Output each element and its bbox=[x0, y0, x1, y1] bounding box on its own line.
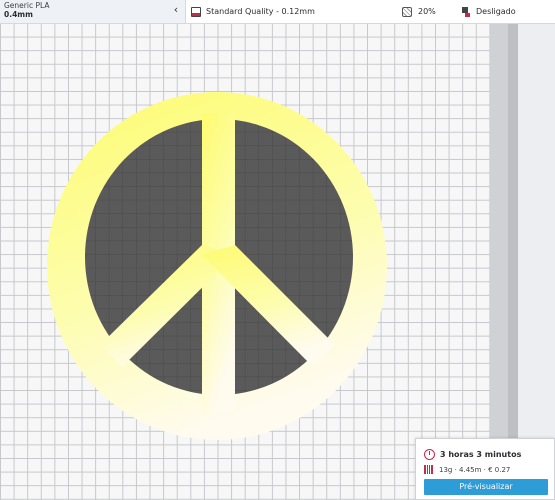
print-settings-quality[interactable]: Standard Quality - 0.12mm bbox=[191, 0, 315, 23]
nozzle-size: 0.4mm bbox=[4, 10, 33, 19]
print-time-row: 3 horas 3 minutos bbox=[424, 449, 521, 460]
material-name: Generic PLA bbox=[4, 1, 50, 10]
quality-icon bbox=[191, 6, 201, 17]
spool-icon bbox=[424, 465, 433, 474]
3d-viewport[interactable] bbox=[0, 23, 555, 500]
clock-icon bbox=[424, 449, 435, 460]
material-selector[interactable]: Generic PLA 0.4mm ‹ bbox=[0, 0, 186, 23]
peace-sign-model[interactable] bbox=[0, 23, 555, 500]
infill-value: 20% bbox=[418, 7, 436, 16]
print-time: 3 horas 3 minutos bbox=[440, 450, 522, 459]
support-icon bbox=[461, 6, 471, 17]
chevron-left-icon[interactable]: ‹ bbox=[170, 2, 182, 18]
preview-button[interactable]: Pré-visualizar bbox=[424, 479, 548, 495]
top-toolbar: Generic PLA 0.4mm ‹ Standard Quality - 0… bbox=[0, 0, 555, 24]
infill-icon bbox=[402, 6, 412, 17]
print-summary-panel: 3 horas 3 minutos 13g · 4.45m · € 0.27 P… bbox=[415, 438, 555, 500]
print-settings-support[interactable]: Desligado bbox=[461, 0, 516, 23]
support-label: Desligado bbox=[476, 7, 516, 16]
material-stats-row: 13g · 4.45m · € 0.27 bbox=[424, 465, 510, 474]
print-settings-infill[interactable]: 20% bbox=[402, 0, 436, 23]
material-stats: 13g · 4.45m · € 0.27 bbox=[439, 465, 511, 474]
quality-label: Standard Quality - 0.12mm bbox=[206, 7, 315, 16]
